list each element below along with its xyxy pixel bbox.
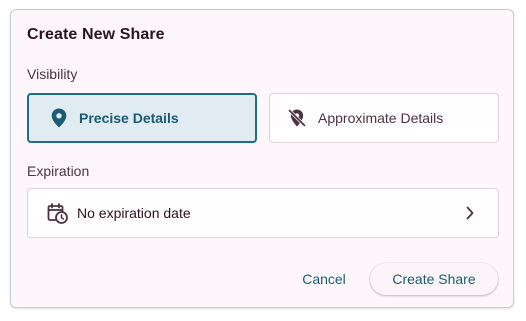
approximate-details-label: Approximate Details <box>318 110 444 126</box>
visibility-label: Visibility <box>27 66 78 82</box>
precise-details-option[interactable]: Precise Details <box>27 93 257 143</box>
location-off-icon <box>287 108 307 128</box>
approximate-details-option[interactable]: Approximate Details <box>269 93 499 143</box>
precise-details-label: Precise Details <box>79 110 179 126</box>
location-pin-icon <box>49 108 69 128</box>
create-share-dialog: Create New Share Visibility Precise Deta… <box>10 9 514 308</box>
expiration-selector[interactable]: No expiration date <box>27 188 499 238</box>
calendar-clock-icon <box>46 202 68 224</box>
create-share-button[interactable]: Create Share <box>370 263 498 295</box>
expiration-label: Expiration <box>27 163 90 179</box>
cancel-button[interactable]: Cancel <box>288 263 360 295</box>
dialog-title: Create New Share <box>27 26 165 43</box>
chevron-right-icon <box>464 204 476 222</box>
expiration-value: No expiration date <box>77 205 191 221</box>
